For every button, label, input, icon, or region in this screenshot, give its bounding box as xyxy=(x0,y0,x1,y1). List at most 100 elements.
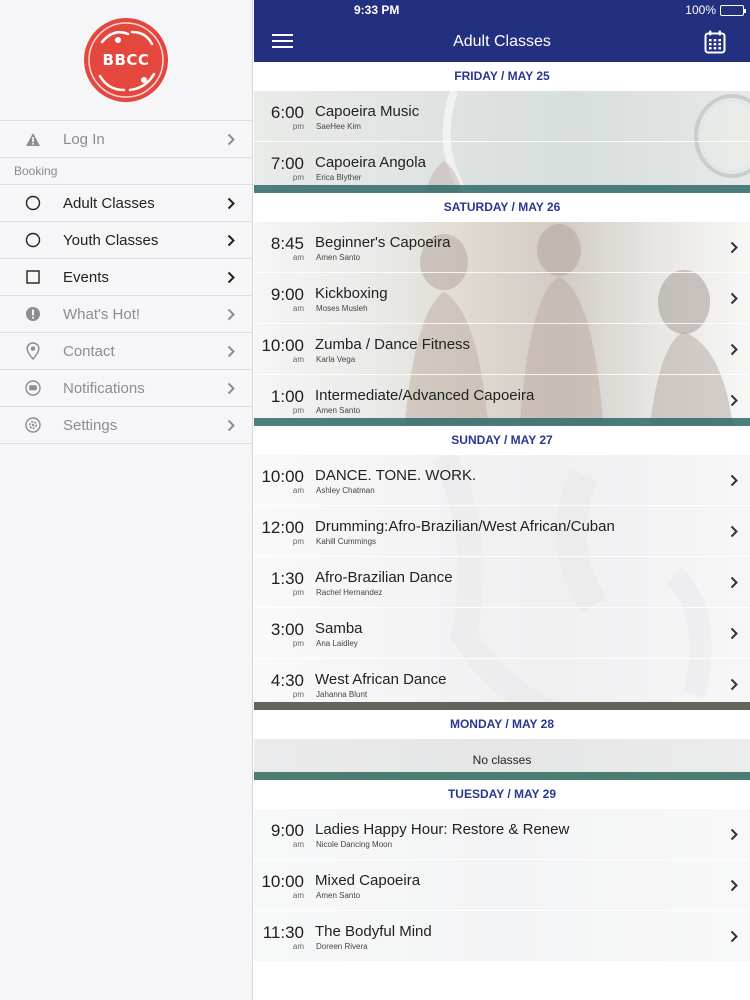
class-row[interactable]: 11:30 am The Bodyful Mind Doreen Rivera xyxy=(254,911,750,962)
calendar-icon[interactable] xyxy=(704,30,726,59)
sidebar-item-contact[interactable]: Contact xyxy=(0,332,252,369)
class-ampm: am xyxy=(292,839,304,849)
sidebar-item-label: Adult Classes xyxy=(63,194,155,212)
class-name: Kickboxing xyxy=(315,284,388,302)
class-ampm: pm xyxy=(292,689,304,699)
class-instructor: Jahanna Blunt xyxy=(316,689,368,699)
class-instructor: Ana Laidley xyxy=(316,638,358,648)
sidebar-item-label: Settings xyxy=(63,416,118,434)
chevron-right-icon xyxy=(718,324,750,375)
class-ampm: pm xyxy=(292,121,304,131)
sidebar-item-whats-hot[interactable]: What's Hot! xyxy=(0,295,252,332)
status-battery: 100% xyxy=(685,3,746,17)
sidebar-item-label: Youth Classes xyxy=(63,231,159,249)
sidebar-divider xyxy=(0,443,252,444)
day-block: 6:00 pm Capoeira Music SaeHee Kim 7:00 pm C… xyxy=(254,91,750,193)
class-row[interactable]: 10:00 am Zumba / Dance Fitness Karla Vega xyxy=(254,324,750,375)
logo-text: BBCC xyxy=(102,51,150,69)
chevron-right-icon xyxy=(220,197,242,210)
class-instructor: Moses Musleh xyxy=(316,303,368,313)
class-instructor: Rachel Hernandez xyxy=(316,587,383,597)
class-row[interactable]: 9:00 am Ladies Happy Hour: Restore & Rene… xyxy=(254,809,750,860)
sidebar-item-label: What's Hot! xyxy=(63,305,141,323)
circle-icon xyxy=(18,195,48,211)
class-row[interactable]: 3:00 pm Samba Ana Laidley xyxy=(254,608,750,659)
class-instructor: Amen Santo xyxy=(316,252,361,262)
class-row[interactable]: 10:00 am Mixed Capoeira Amen Santo xyxy=(254,860,750,911)
class-ampm: pm xyxy=(292,172,304,182)
class-row[interactable]: 1:30 pm Afro-Brazilian Dance Rachel Hernan… xyxy=(254,557,750,608)
chevron-right-icon xyxy=(718,455,750,506)
chevron-right-icon xyxy=(718,557,750,608)
chevron-right-icon xyxy=(220,234,242,247)
class-time: 10:00 xyxy=(261,871,304,891)
schedule-list: FRIDAY / MAY 25 6:00 pm Capoeira Music Sae… xyxy=(254,62,750,962)
class-instructor: Karla Vega xyxy=(316,354,356,364)
class-time: 4:30 xyxy=(270,670,304,690)
chevron-right-icon xyxy=(718,273,750,324)
class-time: 10:00 xyxy=(261,335,304,355)
class-time: 11:30 xyxy=(262,922,304,942)
bbcc-logo: BBCC xyxy=(84,18,168,102)
class-name: Capoeira Music xyxy=(315,102,420,120)
chevron-right-icon xyxy=(718,222,750,273)
sidebar-item-label: Events xyxy=(63,268,109,286)
class-time: 3:00 xyxy=(270,619,304,639)
class-instructor: Kahill Cummings xyxy=(316,536,377,546)
class-row[interactable]: 8:45 am Beginner's Capoeira Amen Santo xyxy=(254,222,750,273)
main-panel: 9:33 PM 100% Adult Classes FRIDAY / MAY … xyxy=(254,0,750,1000)
class-ampm: am xyxy=(292,890,304,900)
chevron-right-icon xyxy=(220,345,242,358)
chat-bubble-icon xyxy=(18,380,48,396)
class-ampm: am xyxy=(292,303,304,313)
class-instructor: Erica Blyther xyxy=(316,172,362,182)
status-time: 9:33 PM xyxy=(354,3,400,17)
day-block: 10:00 am DANCE. TONE. WORK. Ashley Chatman… xyxy=(254,455,750,710)
hamburger-icon[interactable] xyxy=(272,33,294,54)
class-name: Drumming:Afro-Brazilian/West African/Cub… xyxy=(315,517,615,535)
class-time: 1:00 xyxy=(270,386,304,406)
battery-icon xyxy=(720,4,746,16)
class-time: 8:45 xyxy=(270,233,304,253)
class-name: DANCE. TONE. WORK. xyxy=(315,466,477,484)
nav-bar: Adult Classes xyxy=(254,21,750,62)
location-pin-icon xyxy=(18,342,48,360)
status-bar: 9:33 PM 100% xyxy=(254,0,750,21)
chevron-right-icon xyxy=(220,419,242,432)
class-instructor: Ashley Chatman xyxy=(316,485,375,495)
chevron-right-icon xyxy=(718,608,750,659)
class-time: 12:00 xyxy=(261,517,304,537)
class-name: Intermediate/Advanced Capoeira xyxy=(315,386,535,404)
chevron-right-icon xyxy=(220,271,242,284)
class-name: Capoeira Angola xyxy=(315,153,426,171)
day-header: SATURDAY / MAY 26 xyxy=(254,193,750,222)
class-time: 7:00 xyxy=(270,153,304,173)
class-name: Ladies Happy Hour: Restore & Renew xyxy=(315,820,570,838)
class-instructor: SaeHee Kim xyxy=(316,121,361,131)
class-name: Mixed Capoeira xyxy=(315,871,421,889)
sidebar-item-label: Log In xyxy=(63,130,105,148)
sidebar-item-settings[interactable]: Settings xyxy=(0,406,252,443)
chevron-right-icon xyxy=(718,809,750,860)
square-icon xyxy=(18,270,48,284)
class-row[interactable]: 6:00 pm Capoeira Music SaeHee Kim xyxy=(254,91,750,142)
sidebar-item-youth-classes[interactable]: Youth Classes xyxy=(0,221,252,258)
class-instructor: Amen Santo xyxy=(316,890,361,900)
class-row[interactable]: 10:00 am DANCE. TONE. WORK. Ashley Chatman xyxy=(254,455,750,506)
sidebar-item-adult-classes[interactable]: Adult Classes xyxy=(0,184,252,221)
class-name: Zumba / Dance Fitness xyxy=(315,335,471,353)
class-name: Afro-Brazilian Dance xyxy=(315,568,453,586)
class-row[interactable]: 12:00 pm Drumming:Afro-Brazilian/West Afr… xyxy=(254,506,750,557)
logo-area: BBCC xyxy=(0,0,252,120)
sidebar-item-login[interactable]: Log In xyxy=(0,120,252,157)
sidebar: BBCC Log In Booking Adult Classes Youth … xyxy=(0,0,253,1000)
class-ampm: am xyxy=(292,941,304,951)
circle-icon xyxy=(18,232,48,248)
class-time: 9:00 xyxy=(270,820,304,840)
class-instructor: Doreen Rivera xyxy=(316,941,368,951)
day-header: TUESDAY / MAY 29 xyxy=(254,780,750,809)
chevron-right-icon xyxy=(718,506,750,557)
sidebar-item-events[interactable]: Events xyxy=(0,258,252,295)
class-row[interactable]: 9:00 am Kickboxing Moses Musleh xyxy=(254,273,750,324)
sidebar-item-notifications[interactable]: Notifications xyxy=(0,369,252,406)
